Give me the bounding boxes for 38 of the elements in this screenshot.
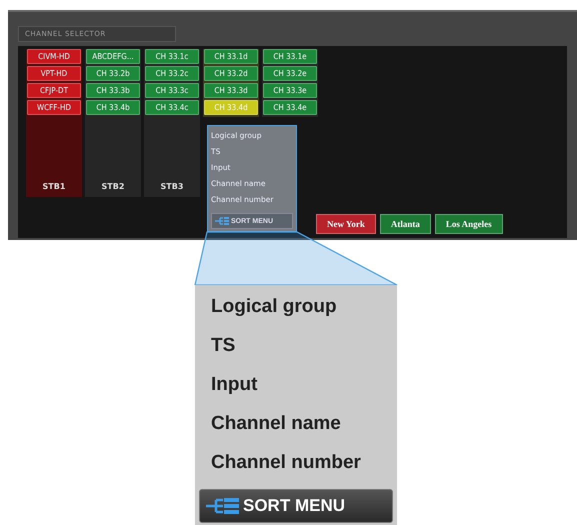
- channel-chip[interactable]: WCFF-HD: [27, 100, 81, 115]
- channel-chip[interactable]: CH 33.4c: [145, 100, 199, 115]
- location-button[interactable]: New York: [316, 214, 376, 234]
- menu-item[interactable]: TS: [195, 326, 397, 365]
- channel-chip[interactable]: CIVM-HD: [27, 49, 81, 64]
- stb-column[interactable]: ABCDEFG... CH 33.2b CH 33.3b CH 33.4b STB2: [85, 49, 141, 197]
- channel-chip[interactable]: CH 33.2e: [263, 66, 317, 81]
- stb-label: STB3: [160, 182, 184, 191]
- channel-chip[interactable]: CH 33.1c: [145, 49, 199, 64]
- channel-chip[interactable]: CH 33.2b: [86, 66, 140, 81]
- menu-item[interactable]: Channel number: [195, 443, 397, 482]
- menu-item[interactable]: Channel name: [195, 404, 397, 443]
- channel-chip[interactable]: CH 33.3e: [263, 83, 317, 98]
- channel-chip[interactable]: ABCDEFG...: [86, 49, 140, 64]
- sort-menu-button[interactable]: SORT MENU: [199, 489, 393, 523]
- stb-label: STB1: [42, 182, 66, 191]
- channel-chip[interactable]: CH 33.3d: [204, 83, 258, 98]
- location-button[interactable]: Atlanta: [380, 214, 431, 234]
- stb-column[interactable]: CIVM-HD VPT-HD CFJP-DT WCFF-HD STB1: [26, 49, 82, 197]
- menu-item[interactable]: Logical group: [195, 287, 397, 326]
- stb-column[interactable]: CH 33.1d CH 33.2d CH 33.3d CH 33.4d: [203, 49, 259, 117]
- channel-chip[interactable]: CH 33.2d: [204, 66, 258, 81]
- channel-chip[interactable]: CH 33.3c: [145, 83, 199, 98]
- stb-column[interactable]: CH 33.1c CH 33.2c CH 33.3c CH 33.4c STB3: [144, 49, 200, 197]
- stb-label: STB2: [102, 182, 124, 191]
- channel-chip[interactable]: CH 33.2c: [145, 66, 199, 81]
- channel-chip[interactable]: CH 33.4e: [263, 100, 317, 115]
- tree-icon: [215, 217, 229, 225]
- channel-chip[interactable]: CFJP-DT: [27, 83, 81, 98]
- stb-column[interactable]: CH 33.1e CH 33.2e CH 33.3e CH 33.4e: [262, 49, 318, 117]
- location-button[interactable]: Los Angeles: [434, 214, 503, 234]
- channel-chip[interactable]: CH 33.1e: [263, 49, 317, 64]
- channel-chip[interactable]: VPT-HD: [27, 66, 81, 81]
- channel-chip[interactable]: CH 33.1d: [204, 49, 258, 64]
- tree-icon: [206, 497, 240, 515]
- channel-chip[interactable]: CH 33.4b: [86, 100, 140, 115]
- channel-chip[interactable]: CH 33.3b: [86, 83, 140, 98]
- menu-item[interactable]: Input: [195, 365, 397, 404]
